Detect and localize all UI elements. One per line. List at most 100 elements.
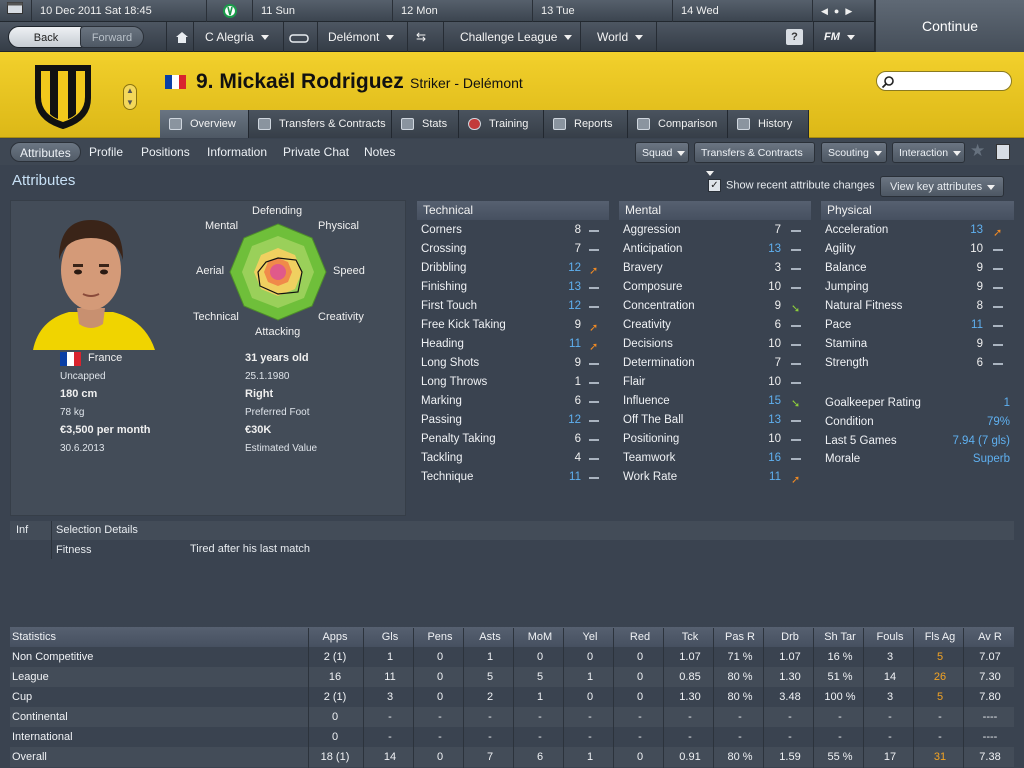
mental-header: Mental xyxy=(619,201,811,220)
stat-cell: 5 xyxy=(486,671,494,683)
attribute-name: Work Rate xyxy=(623,471,678,483)
interaction-menu-button[interactable]: Interaction xyxy=(892,142,965,163)
divider xyxy=(413,628,414,768)
attribute-name: Aggression xyxy=(623,224,681,236)
selection-details-header xyxy=(10,521,1014,540)
tab-training[interactable]: Training xyxy=(459,110,544,138)
column-header[interactable]: Pens xyxy=(415,627,465,647)
player-name: 9. Mickaël Rodriguez xyxy=(196,70,404,93)
player-scroller[interactable]: ▲ ▼ xyxy=(123,84,137,110)
tab-stats[interactable]: Stats xyxy=(392,110,459,138)
chevron-down-icon xyxy=(260,35,269,41)
tab-transfers-contracts[interactable]: Transfers & Contracts xyxy=(249,110,392,138)
transfers-contracts-menu-button[interactable]: Transfers & Contracts xyxy=(694,142,815,176)
squad-menu-button[interactable]: Squad xyxy=(635,142,689,163)
current-date: 10 Dec 2011 Sat 18:45 xyxy=(32,0,207,22)
spider-label-creativity: Creativity xyxy=(318,311,364,323)
show-recent-changes-checkbox[interactable]: ✓ Show recent attribute changes xyxy=(708,179,875,192)
column-header[interactable]: Drb xyxy=(765,627,815,647)
spider-label-aerial: Aerial xyxy=(196,265,225,277)
world-select-label: World xyxy=(597,30,629,44)
trend-flat-icon xyxy=(589,363,599,365)
column-header[interactable]: Asts xyxy=(465,627,515,647)
column-header[interactable]: Apps xyxy=(310,627,360,647)
stat-cell: 3 xyxy=(886,651,894,663)
search-input[interactable] xyxy=(876,71,1012,91)
stat-cell: - xyxy=(838,731,842,743)
competition-select[interactable]: Challenge League xyxy=(444,22,581,52)
stat-cell: - xyxy=(688,711,692,723)
tab-reports[interactable]: Reports xyxy=(544,110,628,138)
calendar-scroll-control[interactable]: ◀●▶ xyxy=(813,0,875,22)
column-header[interactable]: MoM xyxy=(515,627,565,647)
trend-flat-icon xyxy=(589,439,599,441)
contract-end: 30.6.2013 xyxy=(60,443,105,454)
weight: 78 kg xyxy=(60,407,85,418)
stat-cell: 16 xyxy=(328,671,342,683)
column-header[interactable]: Red xyxy=(615,627,665,647)
tab-comparison[interactable]: Comparison xyxy=(628,110,728,138)
column-header[interactable]: Statistics xyxy=(12,627,292,647)
stat-cell: 3 xyxy=(886,691,894,703)
calendar-icon[interactable] xyxy=(0,0,32,22)
attribute-name: Balance xyxy=(825,262,867,274)
physical-attribute-row: Jumping 9 xyxy=(825,278,1015,297)
attribute-value: 13 xyxy=(568,281,581,293)
continue-button[interactable]: Continue xyxy=(875,0,1024,52)
column-header[interactable]: Sh Tar xyxy=(815,627,865,647)
stat-cell: 1 xyxy=(586,751,594,763)
column-header[interactable]: Yel xyxy=(565,627,615,647)
attribute-name: Corners xyxy=(421,224,462,236)
document-icon xyxy=(258,118,271,130)
home-icon[interactable] xyxy=(166,22,194,52)
tab-overview[interactable]: Overview xyxy=(160,110,249,138)
subnav-private-chat[interactable]: Private Chat xyxy=(274,142,358,162)
subnav-positions[interactable]: Positions xyxy=(132,142,199,162)
stadium-icon[interactable] xyxy=(284,22,318,52)
add-note-icon[interactable] xyxy=(996,144,1010,160)
column-header[interactable]: Fouls xyxy=(865,627,915,647)
stat-cell: - xyxy=(588,711,592,723)
interaction-menu-label: Interaction xyxy=(899,147,949,159)
trend-up-icon: ➚ xyxy=(791,474,801,486)
subnav-attributes[interactable]: Attributes xyxy=(10,142,81,162)
column-header[interactable]: Gls xyxy=(365,627,415,647)
attribute-value: 7 xyxy=(574,243,581,255)
tab-history[interactable]: History xyxy=(728,110,809,138)
back-button[interactable]: Back xyxy=(8,26,84,48)
mental-attribute-row: Flair 10 xyxy=(623,373,813,392)
subnav-information[interactable]: Information xyxy=(198,142,276,162)
view-key-attributes-button[interactable]: View key attributes xyxy=(880,176,1004,197)
day-1[interactable]: 11 Sun xyxy=(253,0,393,22)
world-select[interactable]: World xyxy=(581,22,657,52)
stat-cell: 7.30 xyxy=(979,671,1001,683)
attribute-name: Acceleration xyxy=(825,224,889,236)
technical-attribute-row: First Touch 12 xyxy=(421,297,611,316)
day-3[interactable]: 13 Tue xyxy=(533,0,673,22)
forward-button[interactable]: Forward xyxy=(80,26,144,48)
trend-flat-icon xyxy=(791,268,801,270)
help-button[interactable]: ? xyxy=(786,29,803,45)
subnav-notes[interactable]: Notes xyxy=(355,142,404,162)
history-icon xyxy=(737,118,750,130)
scouting-menu-label: Scouting xyxy=(828,147,869,159)
column-header[interactable]: Fls Ag xyxy=(915,627,965,647)
club-select[interactable]: C Alegria xyxy=(195,22,284,52)
scouting-menu-button[interactable]: Scouting xyxy=(821,142,887,163)
stat-cell: 0 xyxy=(436,671,444,683)
condition-row: Condition 79% xyxy=(825,413,1010,432)
subnav-profile[interactable]: Profile xyxy=(80,142,132,162)
day-4[interactable]: 14 Wed xyxy=(673,0,813,22)
attribute-value: 4 xyxy=(574,452,581,464)
column-header[interactable]: Tck xyxy=(665,627,715,647)
column-header[interactable]: Pas R xyxy=(715,627,765,647)
star-icon[interactable]: ★ xyxy=(970,141,985,161)
fm-menu[interactable]: FM xyxy=(813,22,875,52)
preferred-foot-label: Preferred Foot xyxy=(245,407,310,418)
swap-icon[interactable]: ⇆ xyxy=(408,22,444,52)
day-2[interactable]: 12 Mon xyxy=(393,0,533,22)
team-select[interactable]: Delémont xyxy=(318,22,408,52)
column-header[interactable]: Av R xyxy=(965,627,1015,647)
trend-flat-icon xyxy=(993,344,1003,346)
attribute-value: 10 xyxy=(768,433,781,445)
